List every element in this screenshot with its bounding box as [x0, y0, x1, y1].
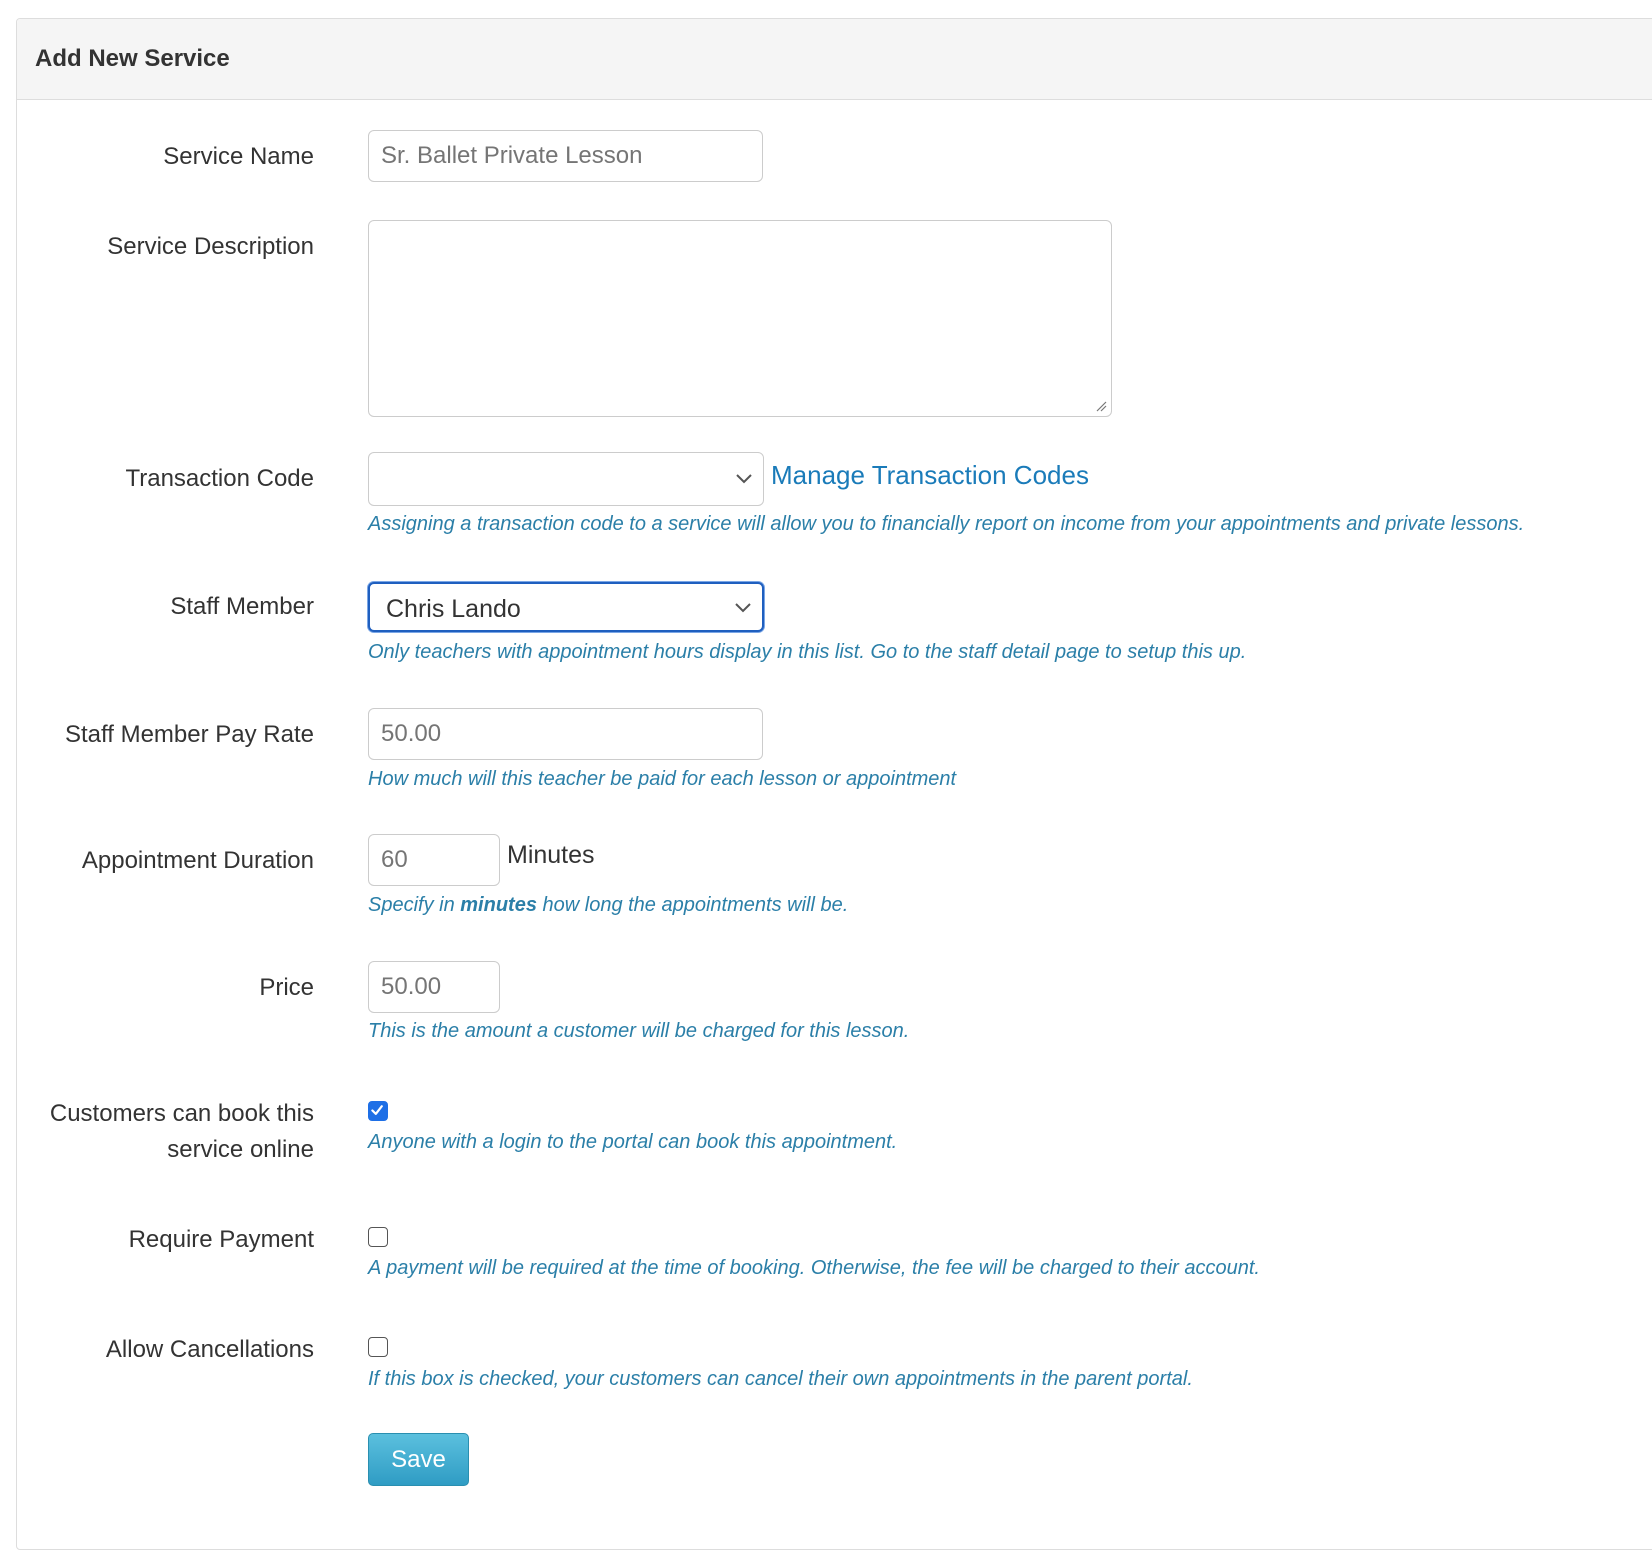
- transaction-code-select[interactable]: [368, 452, 764, 506]
- allow-cancellations-label: Allow Cancellations: [105, 1336, 314, 1363]
- checkmark-icon: [371, 1105, 383, 1116]
- transaction-code-label: Transaction Code: [125, 465, 314, 492]
- require-payment-label: Require Payment: [128, 1226, 314, 1253]
- book-online-label-line2: service online: [167, 1136, 314, 1163]
- pay-rate-help: How much will this teacher be paid for e…: [368, 768, 957, 790]
- staff-member-select[interactable]: Chris Lando: [368, 582, 764, 632]
- price-help: This is the amount a customer will be ch…: [368, 1020, 910, 1042]
- service-description-textarea[interactable]: [368, 220, 1112, 417]
- allow-cancellations-help: If this box is checked, your customers c…: [368, 1368, 1193, 1390]
- staff-member-help: Only teachers with appointment hours dis…: [368, 641, 1247, 663]
- book-online-help: Anyone with a login to the portal can bo…: [368, 1131, 898, 1153]
- service-name-input[interactable]: [368, 130, 763, 182]
- duration-label: Appointment Duration: [81, 847, 314, 874]
- save-button[interactable]: Save: [368, 1433, 469, 1486]
- panel-heading: Add New Service: [17, 19, 1652, 100]
- panel-title: Add New Service: [35, 45, 230, 72]
- book-online-label-line1: Customers can book this: [49, 1100, 314, 1127]
- pay-rate-input[interactable]: [368, 708, 763, 760]
- transaction-code-help: Assigning a transaction code to a servic…: [368, 513, 1525, 535]
- book-online-checkbox[interactable]: [368, 1101, 388, 1121]
- chevron-down-icon: [735, 603, 751, 613]
- allow-cancellations-checkbox[interactable]: [368, 1337, 388, 1357]
- pay-rate-label: Staff Member Pay Rate: [65, 721, 314, 748]
- price-label: Price: [259, 974, 314, 1001]
- require-payment-help: A payment will be required at the time o…: [368, 1257, 1260, 1279]
- price-input[interactable]: [368, 961, 500, 1013]
- service-description-label: Service Description: [107, 233, 314, 260]
- manage-transaction-codes-link[interactable]: Manage Transaction Codes: [771, 460, 1089, 491]
- chevron-down-icon: [736, 474, 752, 484]
- resize-handle-icon[interactable]: [1095, 400, 1107, 412]
- require-payment-checkbox[interactable]: [368, 1227, 388, 1247]
- staff-member-value: Chris Lando: [386, 595, 521, 623]
- duration-unit: Minutes: [507, 841, 595, 869]
- duration-input[interactable]: [368, 834, 500, 886]
- staff-member-label: Staff Member: [170, 593, 314, 620]
- service-name-label: Service Name: [163, 143, 314, 170]
- duration-help: Specify in minutes how long the appointm…: [368, 894, 849, 916]
